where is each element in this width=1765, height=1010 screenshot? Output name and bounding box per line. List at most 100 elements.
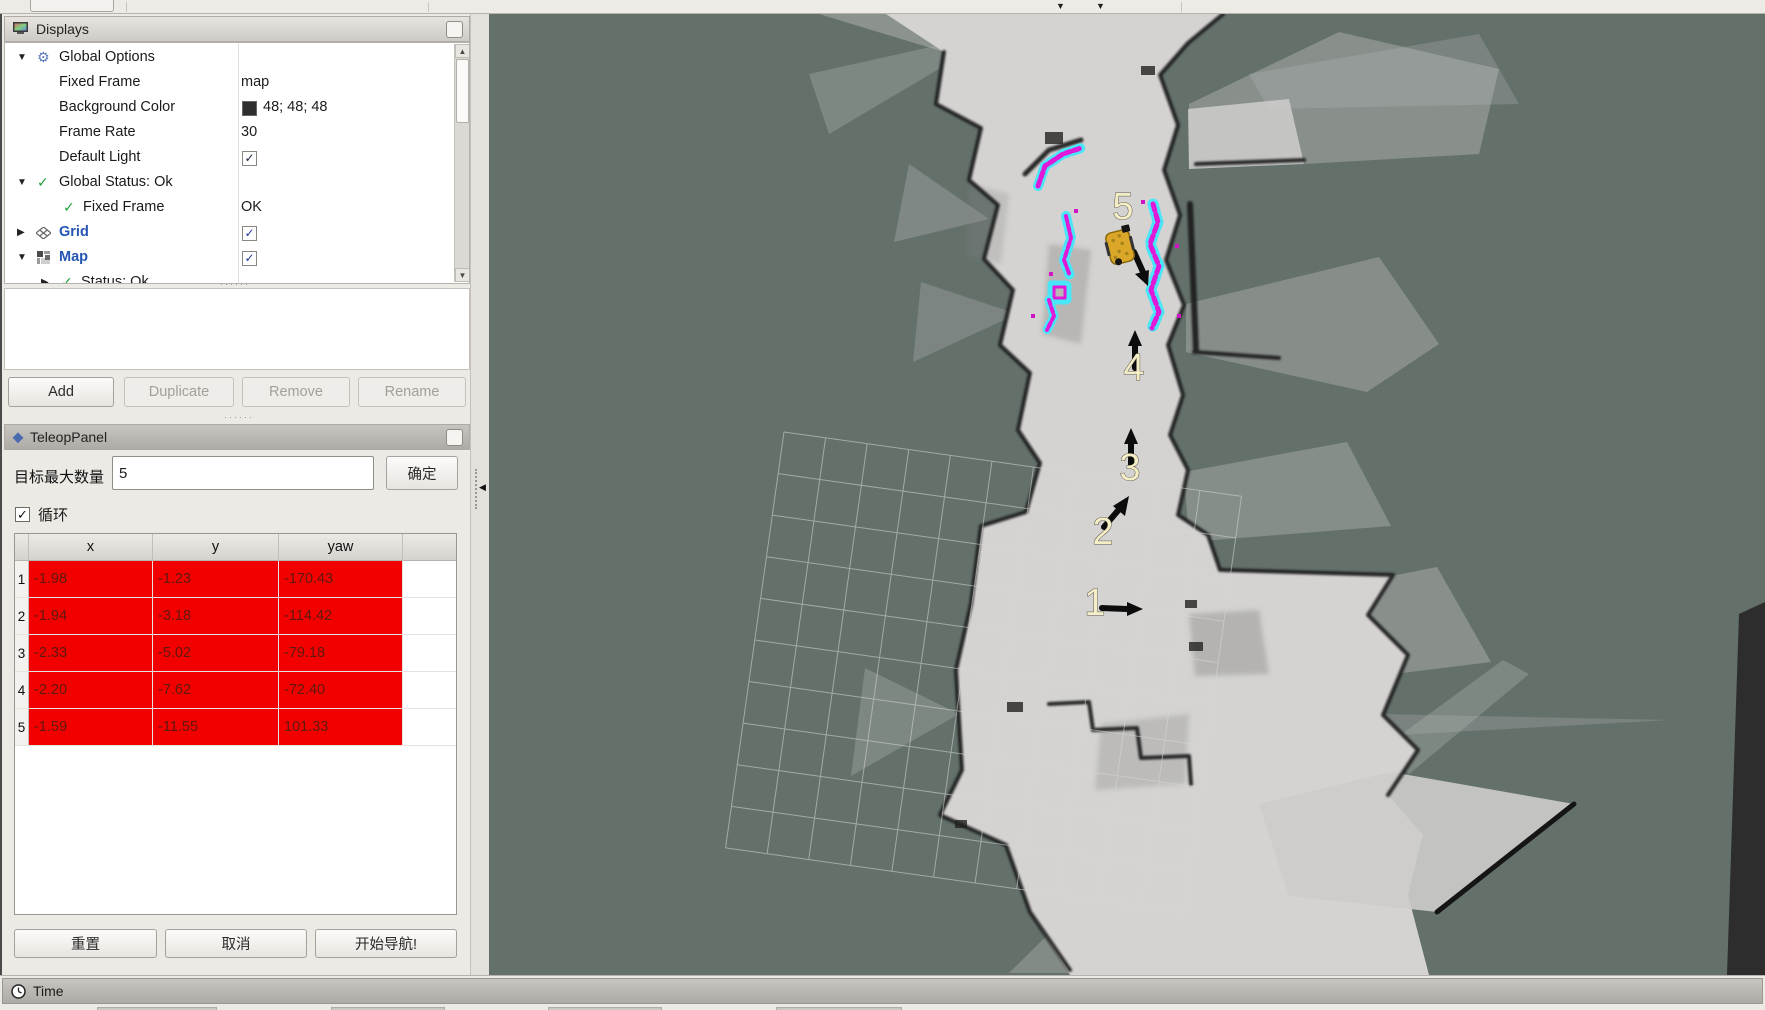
tree-row-global-status[interactable]: ▼ ✓ Global Status: Ok: [5, 171, 453, 196]
teleop-panel-header: ◆ TeleopPanel: [4, 424, 470, 450]
remove-display-button[interactable]: Remove: [242, 377, 350, 407]
goal-yaw-cell[interactable]: 101.33: [279, 709, 403, 745]
scrollbar-thumb[interactable]: [456, 59, 469, 123]
render-viewport[interactable]: 1 2 3 4 5: [489, 14, 1765, 975]
background-color-value[interactable]: 48; 48; 48: [263, 99, 328, 115]
goal-x-cell[interactable]: -2.33: [29, 635, 153, 671]
expander-closed-icon[interactable]: ▶: [17, 227, 25, 238]
fixed-frame-value[interactable]: map: [241, 74, 269, 90]
scroll-down-icon[interactable]: ▼: [455, 268, 470, 282]
goal-y-cell[interactable]: -5.02: [153, 635, 279, 671]
expander-open-icon[interactable]: ▼: [17, 252, 27, 263]
tree-row-default-light[interactable]: Default Light ✓: [5, 146, 453, 171]
color-swatch[interactable]: [242, 101, 257, 116]
goal-table-row[interactable]: 1 -1.98 -1.23 -170.43: [15, 561, 456, 598]
tree-label: Global Options: [59, 49, 155, 65]
tree-label: Default Light: [59, 149, 140, 165]
fixed-frame-status-value: OK: [241, 199, 262, 215]
toolbar-separator: [428, 2, 429, 12]
goal-yaw-cell[interactable]: -72.40: [279, 672, 403, 708]
toolbar-button[interactable]: [30, 0, 114, 12]
tree-label: Frame Rate: [59, 124, 136, 140]
reset-button[interactable]: 重置: [14, 929, 157, 958]
tree-row-fixed-frame-status[interactable]: ✓ Fixed Frame OK: [5, 196, 453, 221]
divider-handle[interactable]: [475, 469, 478, 509]
time-panel-title: Time: [33, 983, 64, 999]
tree-row-global-options[interactable]: ▼ ⚙ Global Options: [5, 46, 453, 71]
rename-display-button[interactable]: Rename: [358, 377, 466, 407]
row-number: 3: [15, 635, 29, 671]
tree-row-map[interactable]: ▼ Map ✓: [5, 246, 453, 271]
splitter-handle[interactable]: ······: [224, 412, 254, 422]
goal-table-row[interactable]: 4 -2.20 -7.62 -72.40: [15, 672, 456, 709]
goal-table-row[interactable]: 5 -1.59 -11.55 101.33: [15, 709, 456, 746]
confirm-button[interactable]: 确定: [386, 456, 458, 490]
scroll-up-icon[interactable]: ▲: [455, 44, 470, 58]
tree-scrollbar[interactable]: ▲ ▼: [454, 44, 469, 282]
add-display-button[interactable]: Add: [8, 377, 114, 407]
start-navigation-button[interactable]: 开始导航!: [315, 929, 457, 958]
collapse-panel-icon[interactable]: ◀: [479, 482, 486, 493]
toolbar-separator: [126, 2, 127, 12]
expander-open-icon[interactable]: ▼: [17, 177, 27, 188]
tree-label: Fixed Frame: [83, 199, 164, 215]
goal-y-cell[interactable]: -3.18: [153, 598, 279, 634]
tree-row-grid[interactable]: ▶ Grid ✓: [5, 221, 453, 246]
cancel-button[interactable]: 取消: [165, 929, 307, 958]
time-panel: Time: [0, 975, 1765, 1010]
grid-enabled-checkbox[interactable]: ✓: [242, 226, 257, 241]
goal-y-cell[interactable]: -1.23: [153, 561, 279, 597]
goal-yaw-cell[interactable]: -79.18: [279, 635, 403, 671]
clock-icon: [11, 984, 26, 999]
status-ok-check-icon: ✓: [63, 199, 75, 216]
tree-row-fixed-frame[interactable]: Fixed Frame map: [5, 71, 453, 96]
occupancy-grid-map: 1 2 3 4 5: [489, 14, 1765, 975]
loop-label: 循环: [38, 504, 68, 525]
goal-yaw-cell[interactable]: -170.43: [279, 561, 403, 597]
goal-y-cell[interactable]: -11.55: [153, 709, 279, 745]
tree-label: Grid: [59, 224, 89, 240]
goal-y-cell[interactable]: -7.62: [153, 672, 279, 708]
goal-yaw-cell[interactable]: -114.42: [279, 598, 403, 634]
goal-count-input[interactable]: 5: [112, 456, 374, 490]
teleop-panel-icon: ◆: [13, 428, 24, 446]
waypoint-marker-4: 4: [1123, 347, 1144, 389]
displays-tree[interactable]: ▼ ⚙ Global Options Fixed Frame map Backg…: [4, 42, 470, 284]
status-ok-check-icon: ✓: [61, 274, 73, 284]
goal-x-cell[interactable]: -2.20: [29, 672, 153, 708]
expander-closed-icon[interactable]: ▶: [41, 277, 49, 284]
goal-x-cell[interactable]: -1.98: [29, 561, 153, 597]
goal-table-row[interactable]: 3 -2.33 -5.02 -79.18: [15, 635, 456, 672]
frame-rate-value[interactable]: 30: [241, 124, 257, 140]
waypoint-marker-2: 2: [1092, 511, 1113, 553]
tree-label: Fixed Frame: [59, 74, 140, 90]
panel-float-button[interactable]: [446, 21, 463, 38]
loop-checkbox[interactable]: ✓: [15, 507, 30, 522]
column-header-yaw: yaw: [279, 534, 403, 560]
toolbar-dropdown-icon[interactable]: ▼: [1096, 1, 1105, 12]
row-number: 1: [15, 561, 29, 597]
panel-float-button[interactable]: [446, 429, 463, 446]
status-ok-check-icon: ✓: [37, 174, 49, 191]
time-panel-header: Time: [2, 978, 1763, 1004]
tree-row-frame-rate[interactable]: Frame Rate 30: [5, 121, 453, 146]
tree-row-background-color[interactable]: Background Color 48; 48; 48: [5, 96, 453, 121]
toolbar-dropdown-icon[interactable]: ▼: [1056, 1, 1065, 12]
goal-table[interactable]: x y yaw 1 -1.98 -1.23 -170.43 2 -1.94 -3…: [14, 533, 457, 915]
goal-count-label: 目标最大数量: [14, 466, 104, 487]
map-enabled-checkbox[interactable]: ✓: [242, 251, 257, 266]
map-display-icon: [37, 251, 51, 264]
column-header-y: y: [153, 534, 279, 560]
column-header-x: x: [29, 534, 153, 560]
goal-x-cell[interactable]: -1.59: [29, 709, 153, 745]
left-panel-column: Displays ▼ ⚙ Global Options Fixed Frame …: [0, 14, 470, 975]
panel-divider[interactable]: ◀: [470, 14, 489, 975]
grid-display-icon: [36, 227, 51, 239]
expander-open-icon[interactable]: ▼: [17, 52, 27, 63]
duplicate-display-button[interactable]: Duplicate: [124, 377, 234, 407]
waypoint-marker-5: 5: [1112, 186, 1133, 228]
goal-x-cell[interactable]: -1.94: [29, 598, 153, 634]
map-free-space-side-room: [1188, 99, 1304, 169]
default-light-checkbox[interactable]: ✓: [242, 151, 257, 166]
goal-table-row[interactable]: 2 -1.94 -3.18 -114.42: [15, 598, 456, 635]
